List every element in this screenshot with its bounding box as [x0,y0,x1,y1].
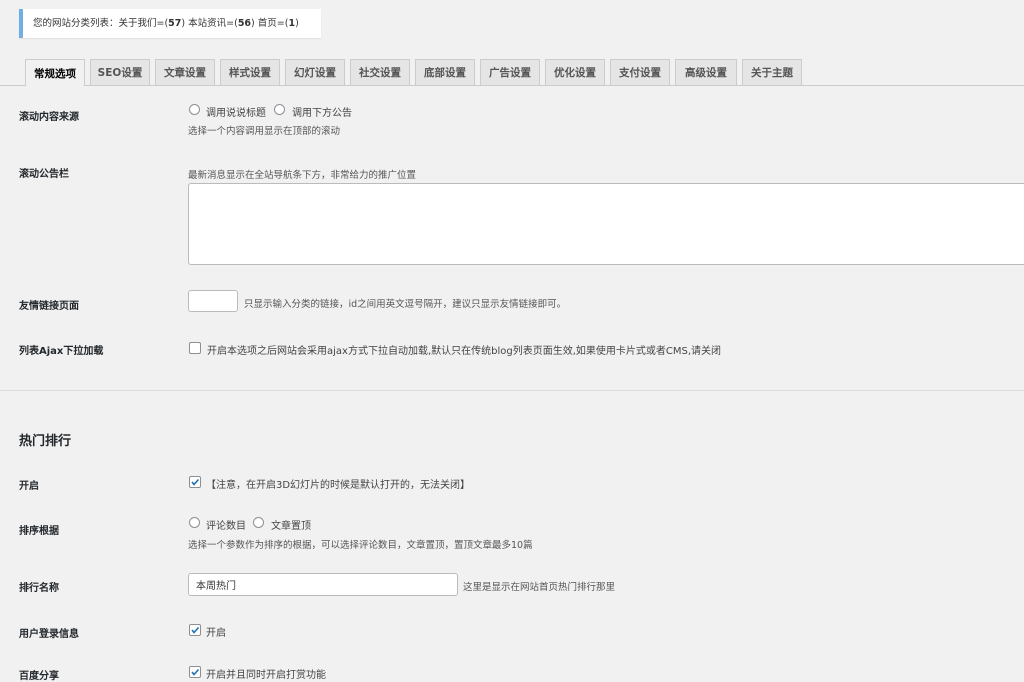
user-login-label: 用户登录信息 [19,629,79,640]
tab-footer[interactable]: 底部设置 [415,59,475,85]
rank-name-input[interactable]: 本周热门 [188,573,458,596]
friend-links-label: 友情链接页面 [19,301,79,312]
rank-name-desc: 这里是显示在网站首页热门排行那里 [463,582,616,593]
section-divider [0,390,1024,391]
radio-scroll-notice-label: 调用下方公告 [292,108,352,119]
tab-payment[interactable]: 支付设置 [610,59,670,85]
enable-desc: 【注意，在开启3D幻灯片的时候是默认打开的，无法关闭】 [206,480,471,491]
radio-sort-comments[interactable] [189,517,200,528]
scroll-notice-desc: 最新消息显示在全站导航条下方，非常给力的推广位置 [188,170,417,181]
friend-links-input[interactable] [188,290,238,312]
tab-post[interactable]: 文章设置 [155,59,215,85]
checkmark-icon [191,626,200,634]
notice-text: ) 首页=( [251,18,289,29]
friend-links-desc: 只显示输入分类的链接，id之间用英文逗号隔开，建议只显示友情链接即可。 [244,299,567,310]
ajax-load-checkbox[interactable] [189,342,201,354]
sort-by-desc: 选择一个参数作为排序的根据，可以选择评论数目，文章置顶，置顶文章最多10篇 [188,540,533,551]
checkmark-icon [191,668,200,676]
scroll-source-label: 滚动内容来源 [19,112,79,123]
enable-label: 开启 [19,481,39,492]
settings-tabs: 常规选项 SEO设置 文章设置 样式设置 幻灯设置 社交设置 底部设置 广告设置… [0,59,1024,86]
scroll-source-desc: 选择一个内容调用显示在顶部的滚动 [188,126,341,137]
baidu-share-desc: 开启并且同时开启打赏功能 [206,670,326,681]
ajax-load-desc: 开启本选项之后网站会采用ajax方式下拉自动加载,默认只在传统blog列表页面生… [207,346,722,357]
hot-rank-heading: 热门排行 [19,434,72,449]
notice-text: 您的网站分类列表：关于我们=( [33,18,169,29]
radio-scroll-title[interactable] [189,104,200,115]
radio-scroll-notice[interactable] [274,104,285,115]
count-news: 56 [237,18,252,29]
scroll-notice-label: 滚动公告栏 [19,169,69,180]
tab-general[interactable]: 常规选项 [25,59,85,86]
radio-sort-comments-label: 评论数目 [206,521,246,532]
tab-slider[interactable]: 幻灯设置 [285,59,345,85]
tab-advanced[interactable]: 高级设置 [675,59,737,85]
radio-sort-sticky[interactable] [253,517,264,528]
ajax-load-label: 列表Ajax下拉加载 [19,346,104,357]
count-about: 57 [168,18,182,29]
tab-ads[interactable]: 广告设置 [480,59,540,85]
user-login-desc: 开启 [206,628,226,639]
radio-scroll-title-label: 调用说说标题 [206,108,266,119]
baidu-share-checkbox[interactable] [189,666,201,678]
tab-style[interactable]: 样式设置 [220,59,280,85]
enable-checkbox[interactable] [189,476,201,488]
notice-text: ) 本站资讯=( [181,18,238,29]
scroll-notice-textarea[interactable] [188,183,1024,265]
user-login-checkbox[interactable] [189,624,201,636]
rank-name-label: 排行名称 [19,583,59,594]
notice-text: ) [295,18,299,29]
sort-by-label: 排序根据 [19,526,59,537]
tab-about-theme[interactable]: 关于主题 [742,59,802,85]
tab-seo[interactable]: SEO设置 [90,59,150,85]
tab-optimize[interactable]: 优化设置 [545,59,605,85]
radio-sort-sticky-label: 文章置顶 [271,521,311,532]
tab-social[interactable]: 社交设置 [350,59,410,85]
category-notice: 您的网站分类列表：关于我们=(57) 本站资讯=(56) 首页=(1) [19,9,321,38]
checkmark-icon [191,478,200,486]
